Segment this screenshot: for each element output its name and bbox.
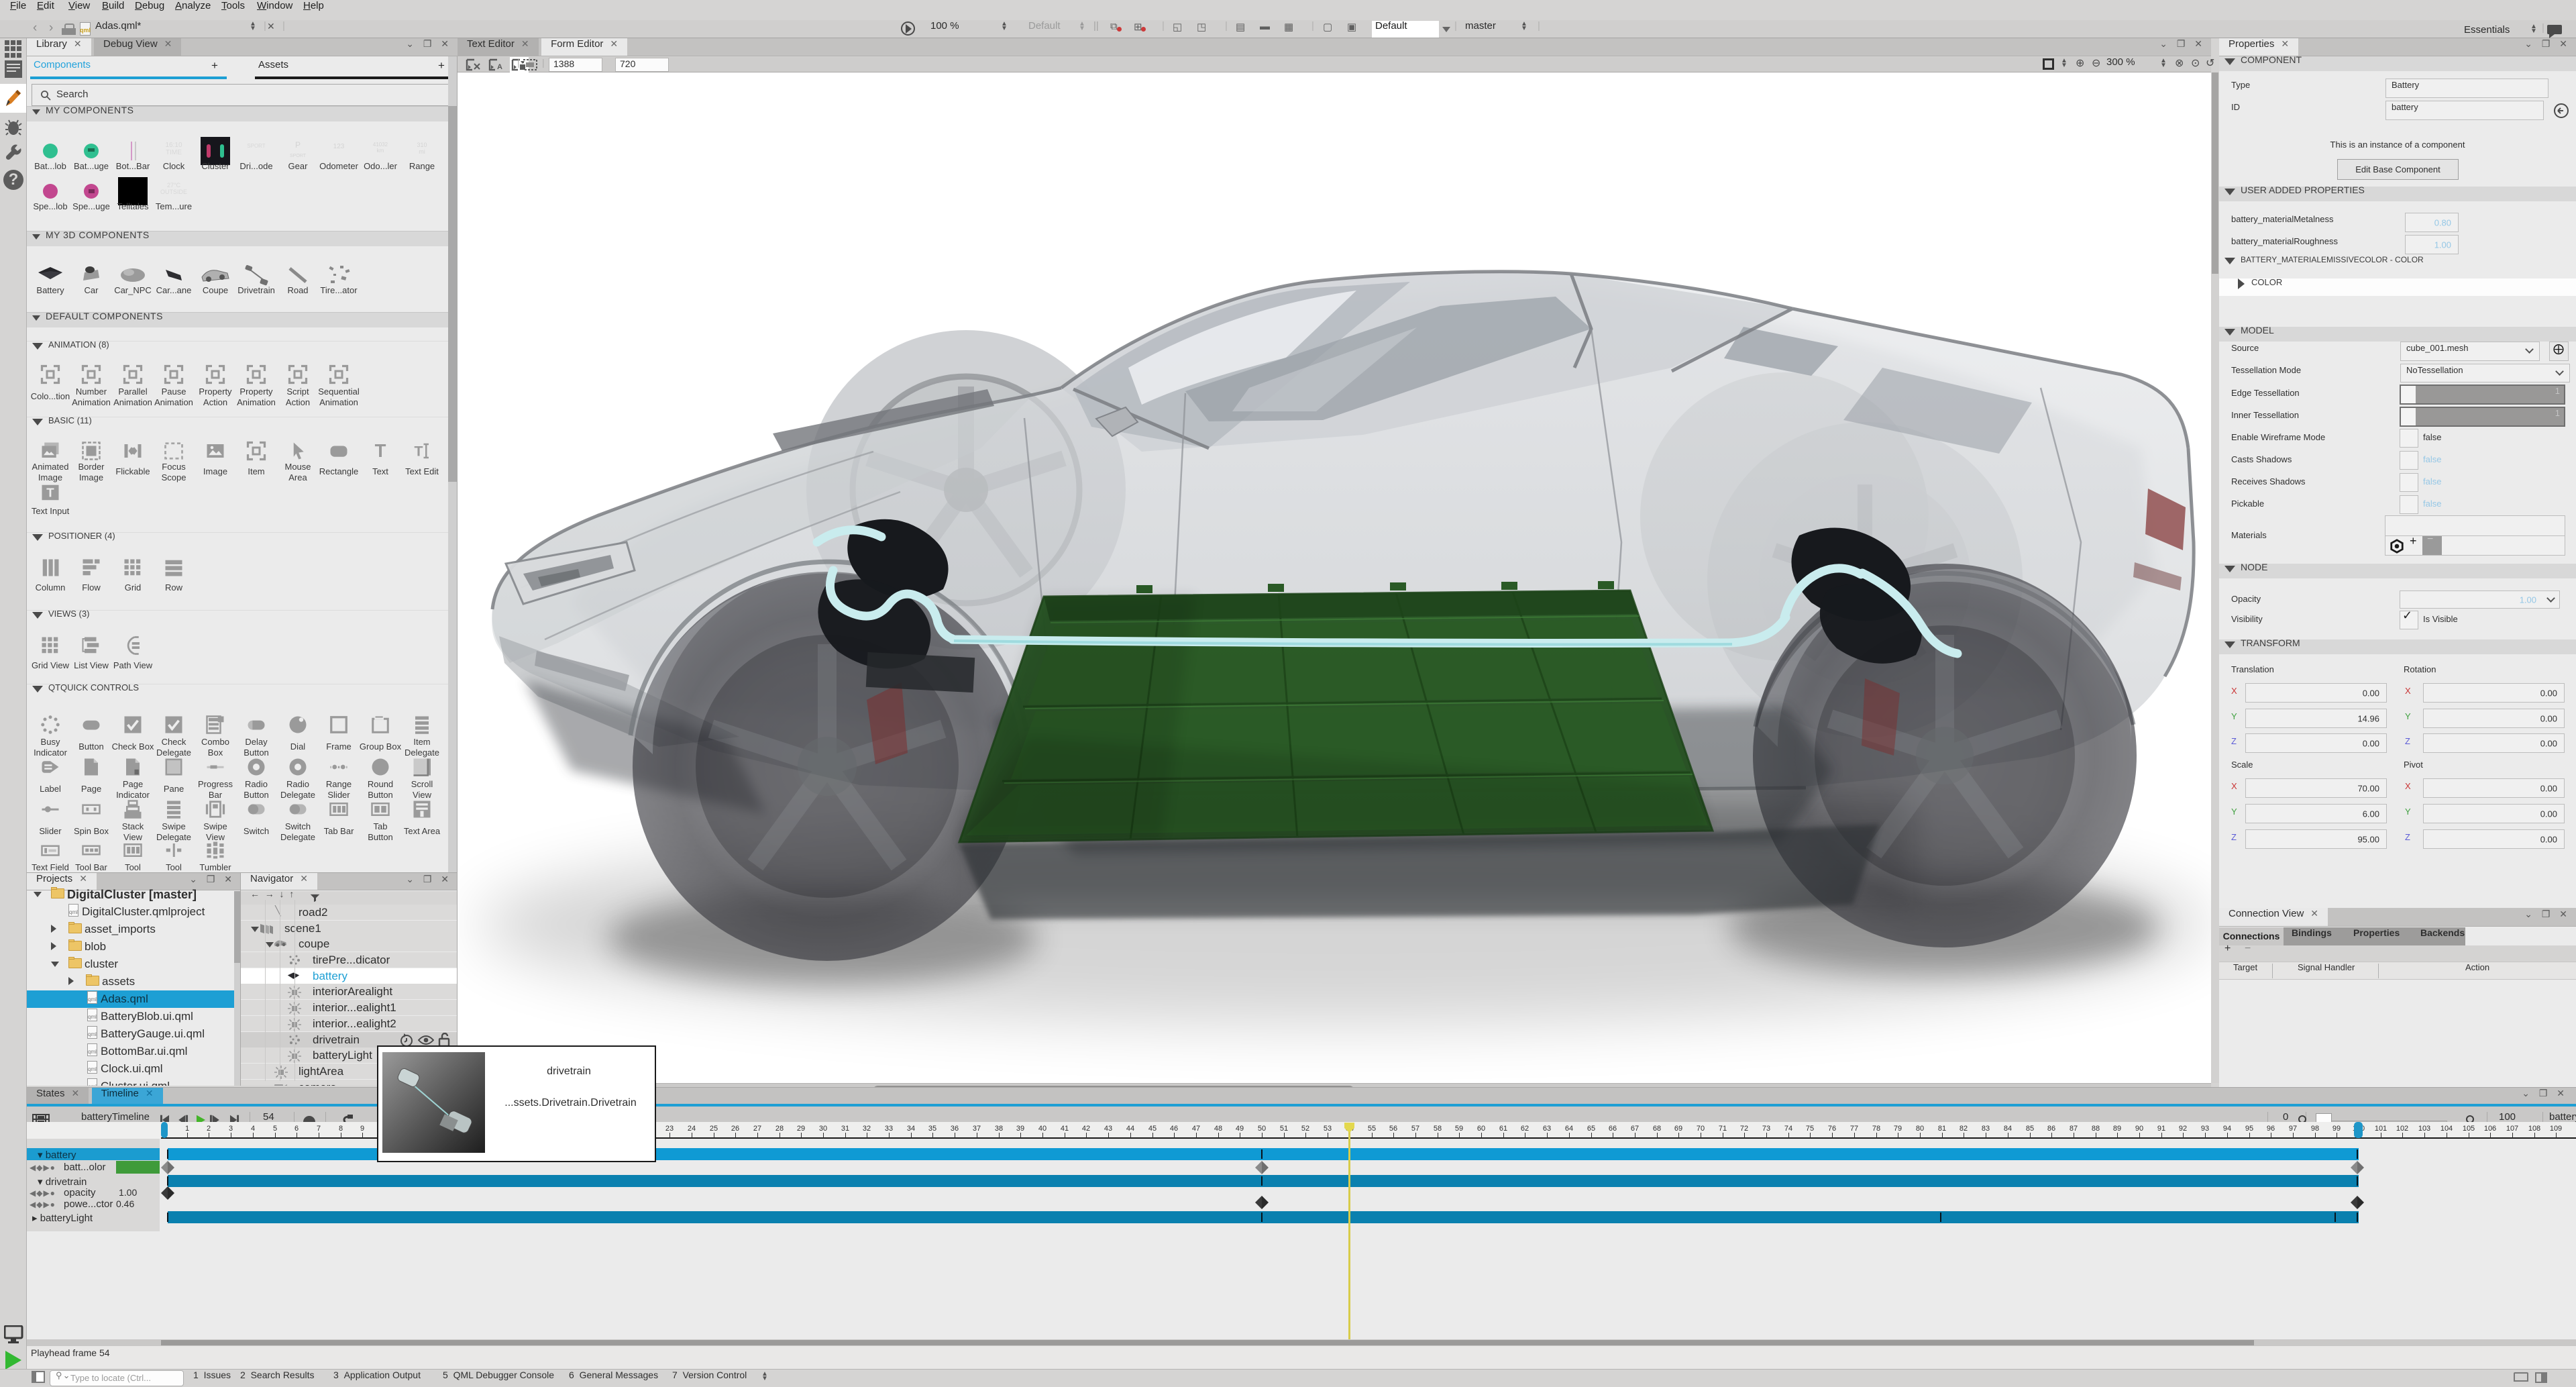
svg-text:A: A: [497, 63, 502, 71]
